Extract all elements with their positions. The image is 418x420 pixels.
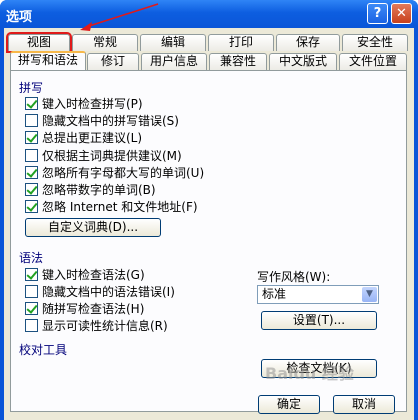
tab-compatibility[interactable]: 兼容性 [209, 53, 267, 70]
checkbox[interactable] [25, 97, 38, 110]
checkbox[interactable] [25, 285, 38, 298]
grammar-settings-button[interactable]: 设置(T)... [261, 311, 377, 330]
title-bar: 选项 ? ✕ [0, 0, 418, 28]
checkbox[interactable] [25, 302, 38, 315]
writing-style-label: 写作风格(W): [257, 270, 331, 284]
checkbox[interactable] [25, 200, 38, 213]
recheck-document-button[interactable]: 检查文档(K) [261, 359, 377, 378]
option-label: 随拼写检查语法(H) [42, 302, 145, 316]
option-label: 总提出更正建议(L) [42, 131, 143, 145]
check-grammar-as-you-type[interactable]: 键入时检查语法(G) [25, 267, 145, 282]
tab-view[interactable]: 视图 [6, 32, 72, 53]
ok-button[interactable]: 确定 [258, 395, 320, 414]
option-label: 忽略 Internet 和文件地址(F) [42, 200, 198, 214]
tab-save[interactable]: 保存 [276, 34, 340, 51]
writing-style-value: 标准 [262, 287, 287, 301]
tab-security[interactable]: 安全性 [342, 34, 408, 51]
window-title: 选项 [6, 10, 33, 25]
tab-spelling-grammar[interactable]: 拼写和语法 [10, 51, 86, 70]
tab-general[interactable]: 常规 [72, 34, 138, 51]
options-dialog: 选项 ? ✕ 视图 常规 编辑 打印 保存 安全性 拼写和语法 修订 用户信息 … [0, 0, 418, 420]
help-button[interactable]: ? [367, 3, 388, 24]
checkbox[interactable] [25, 114, 38, 127]
checkbox[interactable] [25, 319, 38, 332]
option-label: 键入时检查拼写(P) [42, 97, 143, 111]
checkbox[interactable] [25, 166, 38, 179]
hide-spelling-errors[interactable]: 隐藏文档中的拼写错误(S) [25, 113, 179, 128]
suggest-main-dictionary-only[interactable]: 仅根据主词典提供建议(M) [25, 148, 182, 163]
check-spelling-as-you-type[interactable]: 键入时检查拼写(P) [25, 96, 143, 111]
dialog-client: 视图 常规 编辑 打印 保存 安全性 拼写和语法 修订 用户信息 兼容性 中文版… [4, 28, 414, 420]
hide-grammar-errors[interactable]: 隐藏文档中的语法错误(I) [25, 284, 175, 299]
tab-edit[interactable]: 编辑 [140, 34, 206, 51]
option-label: 忽略所有字母都大写的单词(U) [42, 166, 205, 180]
proofing-tools-header: 校对工具 [19, 343, 68, 357]
tab-user-info[interactable]: 用户信息 [141, 53, 207, 70]
grammar-header: 语法 [19, 251, 44, 265]
option-label: 隐藏文档中的拼写错误(S) [42, 114, 179, 128]
option-label: 隐藏文档中的语法错误(I) [42, 285, 175, 299]
ignore-uppercase-words[interactable]: 忽略所有字母都大写的单词(U) [25, 165, 204, 180]
ignore-internet-addresses[interactable]: 忽略 Internet 和文件地址(F) [25, 199, 198, 214]
close-button[interactable]: ✕ [391, 3, 412, 24]
option-label: 显示可读性统计信息(R) [42, 319, 168, 333]
option-label: 仅根据主词典提供建议(M) [42, 149, 182, 163]
show-readability-statistics[interactable]: 显示可读性统计信息(R) [25, 318, 168, 333]
tab-file-locations[interactable]: 文件位置 [339, 53, 407, 70]
writing-style-select[interactable]: 标准 ▼ [257, 285, 379, 304]
checkbox[interactable] [25, 183, 38, 196]
cancel-button[interactable]: 取消 [333, 395, 395, 414]
always-suggest-corrections[interactable]: 总提出更正建议(L) [25, 130, 142, 145]
checkbox[interactable] [25, 268, 38, 281]
custom-dictionaries-button[interactable]: 自定义词典(D)... [25, 218, 161, 237]
check-grammar-with-spelling[interactable]: 随拼写检查语法(H) [25, 301, 144, 316]
ignore-words-with-numbers[interactable]: 忽略带数字的单词(B) [25, 182, 156, 197]
tab-panel: 拼写 键入时检查拼写(P) 隐藏文档中的拼写错误(S) 总提出更正建议(L) 仅… [10, 70, 407, 412]
checkbox[interactable] [25, 149, 38, 162]
option-label: 忽略带数字的单词(B) [42, 183, 156, 197]
chevron-down-icon[interactable]: ▼ [362, 287, 377, 302]
option-label: 键入时检查语法(G) [42, 268, 145, 282]
tab-track-changes[interactable]: 修订 [87, 53, 139, 70]
tab-print[interactable]: 打印 [208, 34, 274, 51]
tab-chinese-layout[interactable]: 中文版式 [269, 53, 337, 70]
checkbox[interactable] [25, 131, 38, 144]
spelling-header: 拼写 [19, 81, 44, 95]
